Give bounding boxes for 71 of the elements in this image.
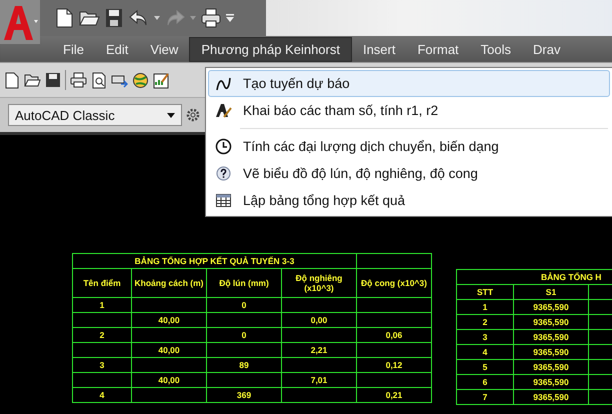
table-cell: 0,06 (356, 328, 432, 342)
table-cell: 4 (456, 344, 514, 360)
table-cell: 0,12 (356, 358, 432, 372)
printer-icon[interactable] (70, 72, 87, 88)
table-cell: 89 (206, 358, 282, 372)
table-cell: 7,01 (282, 372, 356, 388)
table-cell: 369 (206, 388, 282, 402)
table-cell: 9365,590 (514, 360, 588, 374)
workspace-dropdown[interactable]: AutoCAD Classic (8, 104, 182, 126)
table-cell: 9365,590 (514, 374, 588, 390)
table-cell: 9365,590 (514, 314, 588, 330)
column-header: Độ nghiêng (x10^3) (282, 268, 356, 298)
clock-icon (214, 138, 232, 155)
menu-item[interactable]: View (139, 38, 190, 60)
table-cell: 3 (456, 330, 514, 344)
menu-option[interactable]: Tạo tuyến dự báo (208, 70, 610, 97)
letter-pen-icon (214, 102, 232, 119)
table-icon (214, 192, 232, 209)
table-cell: 40,00 (132, 372, 206, 388)
menu-item[interactable]: File (52, 38, 95, 60)
table-title: BẢNG TỔNG HỢP KẾT QUẢ TUYẾN 3-3 (72, 254, 356, 268)
table-cell: 2 (456, 314, 514, 330)
table-cell: 9365,590 (514, 344, 588, 360)
table-cell: 4 (72, 388, 132, 402)
curve-icon (214, 75, 232, 92)
column-header: STT (456, 284, 514, 300)
table-cell: 0 (206, 328, 282, 342)
menu-item[interactable]: Phương pháp Keinhorst (189, 36, 352, 62)
menu-option[interactable]: Lập bảng tổng hợp kết quả (208, 187, 610, 214)
table-cell: 3 (72, 358, 132, 372)
column-header: S1 (514, 284, 588, 300)
table-cell: 5 (456, 360, 514, 374)
globe-icon[interactable] (132, 72, 149, 88)
table-cell: 1 (456, 300, 514, 314)
menu-item[interactable]: Edit (94, 38, 140, 60)
edit-chart-icon[interactable] (153, 72, 170, 88)
table-cell: 40,00 (132, 342, 206, 358)
table-cell: 6 (456, 374, 514, 390)
column-header: Độ lún (mm) (206, 268, 282, 298)
column-header: Tên điểm (72, 268, 132, 298)
menu-item[interactable]: Drav (522, 38, 572, 60)
table-cell: 7 (456, 390, 514, 404)
menu-item[interactable]: Insert (352, 38, 406, 60)
table-cell: 0,21 (356, 388, 432, 402)
caret-icon[interactable] (167, 112, 175, 118)
column-header: Độ cong (x10^3) (356, 268, 432, 298)
new-file-icon[interactable] (54, 7, 74, 29)
table-title: BẢNG TỔNG H (456, 270, 612, 284)
menu-option[interactable]: Khai báo các tham số, tính r1, r2 (208, 97, 610, 124)
table-cell: 0,00 (282, 312, 356, 328)
table-cell: 2 (72, 328, 132, 342)
table-cell: 40,00 (132, 312, 206, 328)
table-cell: 9365,590 (514, 300, 588, 314)
table-cell: 9365,590 (514, 390, 588, 404)
column-header: Khoảng cách (m) (132, 268, 206, 298)
open-folder-icon[interactable] (24, 72, 41, 88)
menu-item[interactable]: Tools (470, 38, 522, 60)
print-preview-icon[interactable] (91, 72, 107, 88)
menu-option[interactable]: Tính các đại lượng dịch chuyển, biến dạng (208, 133, 610, 160)
help-icon (214, 165, 232, 182)
table-cell: 0 (206, 298, 282, 312)
gear-icon[interactable] (186, 107, 200, 123)
menu-item[interactable]: Format (406, 38, 470, 60)
printer-icon[interactable] (200, 8, 222, 28)
table-cell: 2,21 (282, 342, 356, 358)
table-cell: 1 (72, 298, 132, 312)
save-icon[interactable] (45, 72, 61, 88)
table-cell: 9365,590 (514, 330, 588, 344)
new-file-icon[interactable] (4, 72, 20, 88)
save-icon[interactable] (104, 7, 124, 29)
menu-option[interactable]: Vẽ biểu đồ độ lún, độ nghiêng, độ cong (208, 160, 610, 187)
